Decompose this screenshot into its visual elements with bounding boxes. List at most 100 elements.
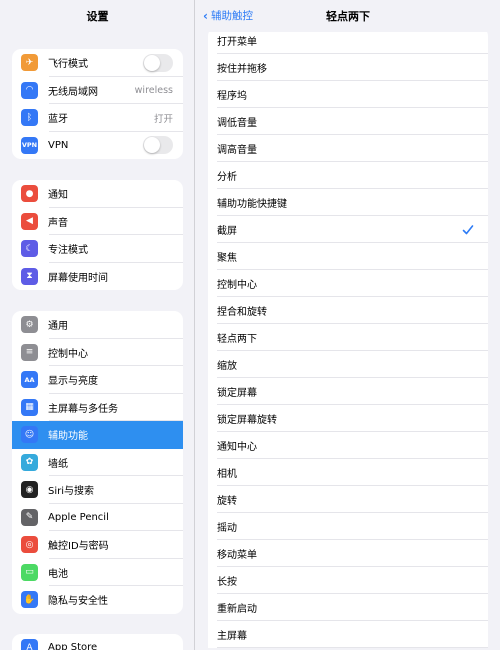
action-option-label: 程序坞: [217, 91, 247, 102]
checkmark-icon: [462, 224, 474, 234]
action-option[interactable]: 聚焦: [208, 243, 488, 270]
sidebar-item[interactable]: ⚙ 通用: [12, 311, 183, 339]
sidebar-item-value: 打开: [153, 113, 173, 125]
sidebar-item[interactable]: ≡ 控制中心: [12, 339, 183, 366]
toggle-switch[interactable]: [143, 136, 173, 155]
sidebar-item[interactable]: ◀ 声音: [12, 208, 183, 235]
action-option[interactable]: 程序坞: [208, 81, 488, 108]
sidebar-item-label: Siri与搜索: [48, 486, 95, 498]
page-title: 轻点两下: [326, 10, 370, 23]
sidebar-item[interactable]: ▭ 电池: [12, 559, 183, 586]
sidebar-group-system: ⚙ 通用 ≡ 控制中心 AA 显示与亮度 ▦ 主屏幕与多任务 ☺ 辅助功能 ✿ 墙纸 ◉ Siri与搜索 ✎…: [12, 311, 183, 614]
action-option[interactable]: 移动菜单: [208, 540, 488, 567]
action-option[interactable]: 控制中心: [208, 270, 488, 297]
action-option[interactable]: 相机: [208, 459, 488, 486]
sidebar-item-label: App Store: [48, 642, 98, 650]
siri-icon: ◉: [21, 481, 38, 499]
sidebar-item[interactable]: ▦ 主屏幕与多任务: [12, 394, 183, 421]
action-option-label: 缩放: [217, 361, 237, 372]
sidebar-group-apps: A App Store: [12, 634, 183, 650]
action-option[interactable]: 截屏: [208, 216, 488, 243]
action-option[interactable]: 通知中心: [208, 432, 488, 459]
display-icon: AA: [21, 371, 38, 389]
action-option-label: 旋转: [217, 496, 237, 507]
action-option[interactable]: 长按: [208, 567, 488, 594]
action-option-label: 捏合和旋转: [217, 307, 267, 318]
sidebar-item[interactable]: ᛒ 蓝牙 打开: [12, 104, 183, 132]
action-option[interactable]: 缩放: [208, 351, 488, 378]
action-option-label: 长按: [217, 577, 237, 588]
action-option-label: 辅助功能快捷键: [217, 199, 287, 210]
sidebar-item[interactable]: ◉ Siri与搜索: [12, 476, 183, 504]
sidebar-item[interactable]: ☾ 专注模式: [12, 235, 183, 263]
sidebar-item[interactable]: ✋ 隐私与安全性: [12, 586, 183, 614]
sidebar-item[interactable]: A App Store: [12, 634, 183, 650]
sidebar-item-label: 隐私与安全性: [48, 596, 108, 608]
sidebar-item[interactable]: ✿ 墙纸: [12, 449, 183, 476]
action-option[interactable]: 轻点两下: [208, 324, 488, 351]
action-option[interactable]: 摇动: [208, 513, 488, 540]
app-store-icon: A: [21, 639, 38, 650]
settings-sidebar: 设置 ✈ 飞行模式 ◠ 无线局域网 wireless ᛒ 蓝牙 打开 VPN VPN ● 通知 ◀ 声音…: [0, 0, 195, 650]
row-divider: [217, 647, 488, 648]
action-option-label: 调高音量: [217, 145, 257, 156]
battery-icon: ▭: [21, 563, 38, 581]
home-grid-icon: ▦: [21, 398, 38, 416]
sidebar-item[interactable]: ⧗ 屏幕使用时间: [12, 263, 183, 291]
wifi-icon: ◠: [21, 81, 38, 99]
sidebar-item-value: wireless: [134, 84, 173, 96]
nav-bar: ‹ 辅助触控 轻点两下: [196, 0, 500, 32]
action-option-label: 锁定屏幕旋转: [217, 415, 277, 426]
sidebar-item-label: 电池: [48, 568, 68, 580]
sidebar-item[interactable]: ☺ 辅助功能: [12, 421, 183, 449]
sidebar-item-label: 无线局域网: [48, 86, 98, 98]
sidebar-item[interactable]: ✈ 飞行模式: [12, 49, 183, 77]
action-option[interactable]: 调高音量: [208, 135, 488, 162]
toggle-switch[interactable]: [143, 53, 173, 72]
sidebar-item[interactable]: ◎ 触控ID与密码: [12, 531, 183, 559]
sidebar-item-label: VPN: [48, 139, 69, 151]
sidebar-item-label: 控制中心: [48, 348, 88, 360]
action-option[interactable]: 分析: [208, 162, 488, 189]
action-option-label: 主屏幕: [217, 631, 247, 642]
pencil-icon: ✎: [21, 508, 38, 526]
action-option-label: 截屏: [217, 226, 237, 237]
wallpaper-icon: ✿: [21, 453, 38, 471]
vpn-icon: VPN: [21, 136, 38, 154]
accessibility-icon: ☺: [21, 426, 38, 444]
sidebar-group-notifications: ● 通知 ◀ 声音 ☾ 专注模式 ⧗ 屏幕使用时间: [12, 180, 183, 290]
sidebar-item[interactable]: AA 显示与亮度: [12, 366, 183, 394]
action-option-label: 重新启动: [217, 604, 257, 615]
sidebar-item-label: 触控ID与密码: [48, 541, 109, 553]
sidebar-group-connectivity: ✈ 飞行模式 ◠ 无线局域网 wireless ᛒ 蓝牙 打开 VPN VPN: [12, 49, 183, 159]
action-option[interactable]: 重新启动: [208, 594, 488, 621]
sidebar-item[interactable]: ● 通知: [12, 180, 183, 208]
action-option-label: 调低音量: [217, 118, 257, 129]
action-option[interactable]: 辅助功能快捷键: [208, 189, 488, 216]
sidebar-title: 设置: [86, 10, 109, 23]
action-option-label: 锁定屏幕: [217, 388, 257, 399]
action-option[interactable]: 调低音量: [208, 108, 488, 135]
action-option-label: 控制中心: [217, 280, 257, 291]
hourglass-icon: ⧗: [21, 267, 38, 285]
sidebar-item-label: 通知: [48, 190, 68, 202]
sidebar-item-label: 屏幕使用时间: [48, 272, 108, 284]
action-option-label: 摇动: [217, 523, 237, 534]
sidebar-item[interactable]: ◠ 无线局域网 wireless: [12, 77, 183, 104]
sidebar-item[interactable]: ✎ Apple Pencil: [12, 504, 183, 531]
sidebar-item-label: Apple Pencil: [48, 511, 109, 523]
action-option[interactable]: 锁定屏幕旋转: [208, 405, 488, 432]
action-option[interactable]: 旋转: [208, 486, 488, 513]
sidebar-item[interactable]: VPN VPN: [12, 132, 183, 160]
action-option[interactable]: 主屏幕: [208, 621, 488, 648]
sidebar-item-label: 墙纸: [48, 458, 68, 470]
action-option[interactable]: 捏合和旋转: [208, 297, 488, 324]
action-option[interactable]: 按住并拖移: [208, 54, 488, 81]
action-option-label: 移动菜单: [217, 550, 257, 561]
action-option-label: 按住并拖移: [217, 64, 267, 75]
bluetooth-icon: ᛒ: [21, 109, 38, 127]
action-option-label: 通知中心: [217, 442, 257, 453]
action-option-label: 聚焦: [217, 253, 237, 264]
action-option[interactable]: 锁定屏幕: [208, 378, 488, 405]
sidebar-item-label: 显示与亮度: [48, 376, 98, 388]
